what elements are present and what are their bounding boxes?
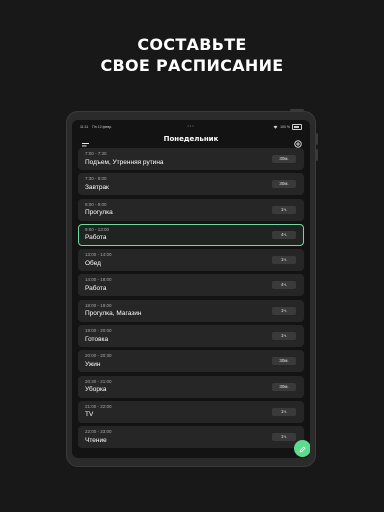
schedule-item-name: Ужин [85, 360, 101, 368]
tablet-frame: 11:11 Пн 12 февр. ••• 100 % Понедельник … [66, 111, 316, 467]
schedule-item-time: 20:30 - 21:00 [85, 378, 112, 384]
schedule-item-time: 14:00 - 18:00 [85, 277, 112, 283]
schedule-item-name: Прогулка, Магазин [85, 310, 142, 318]
status-date: Пн 12 февр. [92, 125, 113, 129]
schedule-item-time: 8:00 - 9:00 [85, 201, 107, 207]
schedule-item[interactable]: 19:00 - 20:00 Готовка 1ч. [78, 325, 304, 348]
schedule-item[interactable]: 22:00 - 23:00 Чтение 1ч. [78, 426, 304, 449]
duration-badge: 30м. [272, 382, 296, 391]
schedule-item[interactable]: 7:30 - 8:00 Завтрак 30м. [78, 173, 304, 196]
battery-percent: 100 % [280, 125, 290, 129]
battery-icon [292, 124, 302, 130]
status-bar: 11:11 Пн 12 февр. ••• 100 % [80, 123, 302, 131]
promo-headline: СОСТАВЬТЕ СВОЕ РАСПИСАНИЕ [0, 34, 384, 76]
schedule-item[interactable]: 8:00 - 9:00 Прогулка 1ч. [78, 198, 304, 221]
schedule-item-time: 21:00 - 22:00 [85, 403, 112, 409]
edit-fab-button[interactable] [294, 440, 310, 457]
status-time: 11:11 [80, 125, 89, 129]
schedule-item[interactable]: 20:00 - 20:30 Ужин 30м. [78, 350, 304, 373]
app-bar: Понедельник [72, 132, 310, 149]
wifi-icon [273, 125, 278, 130]
tablet-volume-down-button [316, 149, 318, 161]
duration-badge: 30м. [272, 155, 296, 163]
duration-badge: 30м. [272, 180, 296, 189]
headline-line-2: СВОЕ РАСПИСАНИЕ [100, 56, 284, 75]
tablet-volume-up-button [316, 133, 318, 145]
settings-icon[interactable] [294, 135, 302, 148]
schedule-item-name: Работа [85, 284, 107, 292]
schedule-item[interactable]: 7:00 - 7:30 Подъем, Утренняя рутина 30м. [78, 148, 304, 170]
promo-page: СОСТАВЬТЕ СВОЕ РАСПИСАНИЕ 11:11 Пн 12 фе… [0, 0, 384, 512]
duration-badge: 1ч. [272, 205, 296, 214]
schedule-item-name: Обед [85, 259, 101, 267]
schedule-list: 7:00 - 7:30 Подъем, Утренняя рутина 30м. 7:… [78, 148, 304, 452]
duration-badge: 4ч. [272, 281, 296, 290]
schedule-item[interactable]: 18:00 - 19:00 Прогулка, Магазин 1ч. [78, 299, 304, 322]
schedule-item-name: TV [85, 411, 94, 419]
schedule-item-name: Уборка [85, 386, 107, 394]
duration-badge: 4ч. [272, 230, 296, 239]
duration-badge: 1ч. [272, 433, 296, 442]
schedule-item-name: Работа [85, 234, 107, 242]
schedule-item-name: Прогулка [85, 209, 113, 217]
duration-badge: 1ч. [272, 256, 296, 265]
schedule-item-name: Чтение [85, 436, 107, 444]
pencil-icon [299, 440, 306, 458]
schedule-item[interactable]: 21:00 - 22:00 TV 1ч. [78, 400, 304, 423]
schedule-item-name: Подъем, Утренняя рутина [85, 158, 164, 166]
schedule-item-time: 7:00 - 7:30 [85, 151, 107, 156]
schedule-item-time: 22:00 - 23:00 [85, 429, 112, 435]
page-title: Понедельник [163, 135, 219, 143]
schedule-item[interactable]: 14:00 - 18:00 Работа 4ч. [78, 274, 304, 297]
schedule-item-time: 20:00 - 20:30 [85, 353, 112, 359]
schedule-item-name: Завтрак [85, 183, 109, 191]
schedule-item[interactable]: 13:00 - 14:00 Обед 1ч. [78, 249, 304, 272]
duration-badge: 1ч. [272, 332, 296, 341]
headline-line-1: СОСТАВЬТЕ [137, 35, 247, 54]
multitask-dots-icon[interactable]: ••• [187, 123, 194, 128]
duration-badge: 30м. [272, 357, 296, 366]
schedule-item-time: 18:00 - 19:00 [85, 302, 112, 308]
tablet-screen: 11:11 Пн 12 февр. ••• 100 % Понедельник … [72, 120, 310, 458]
schedule-item-name: Готовка [85, 335, 109, 343]
schedule-item-time: 7:30 - 8:00 [85, 176, 107, 182]
schedule-item[interactable]: 9:00 - 13:00 Работа 4ч. [78, 223, 304, 246]
schedule-item-time: 13:00 - 14:00 [85, 252, 112, 258]
schedule-item-time: 19:00 - 20:00 [85, 328, 112, 334]
duration-badge: 1ч. [272, 306, 296, 315]
schedule-item-time: 9:00 - 13:00 [85, 226, 110, 232]
duration-badge: 1ч. [272, 407, 296, 416]
schedule-item[interactable]: 20:30 - 21:00 Уборка 30м. [78, 375, 304, 398]
